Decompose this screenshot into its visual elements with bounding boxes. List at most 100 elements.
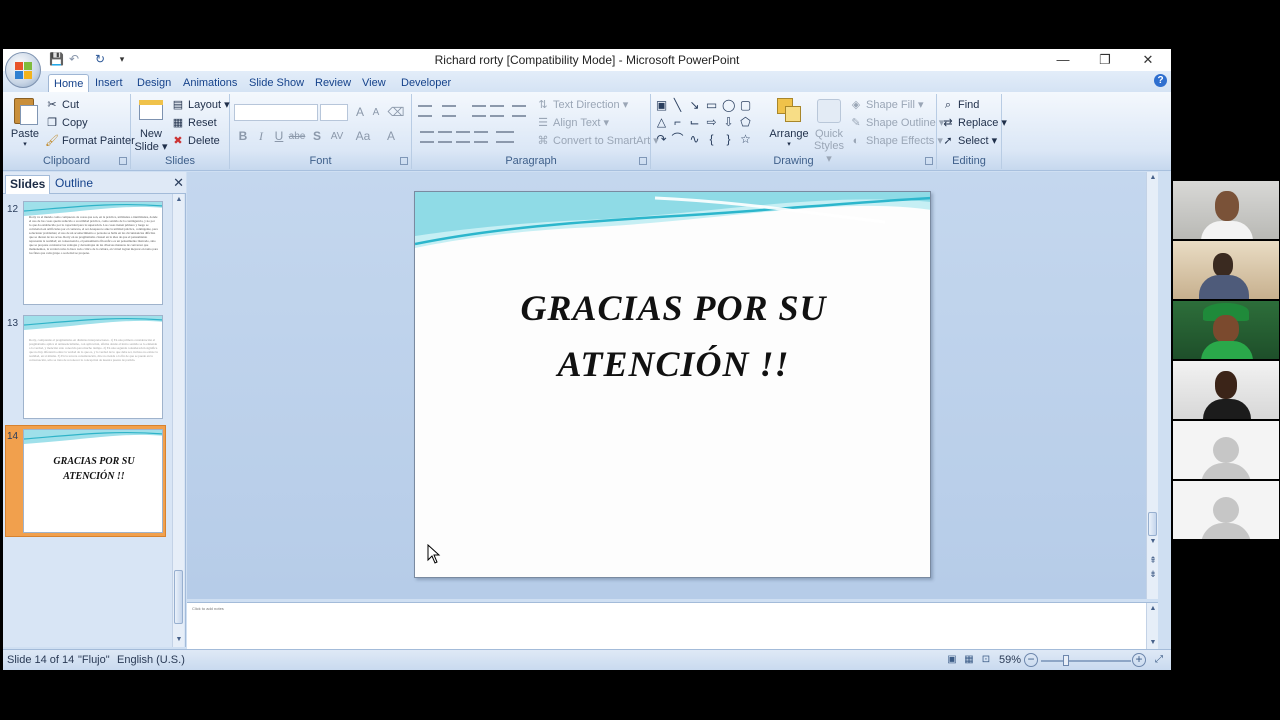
convert-smartart-button[interactable]: ⌘ Convert to SmartArt ▾ <box>536 133 659 149</box>
textbox-shape-icon[interactable]: ▣ <box>655 99 668 112</box>
shrink-font-button[interactable]: A <box>367 104 385 121</box>
tab-slide-show[interactable]: Slide Show <box>244 74 309 92</box>
font-size-input[interactable] <box>320 104 348 121</box>
line-shape-icon[interactable]: ╲ <box>671 99 684 112</box>
close-button[interactable]: ✕ <box>1126 49 1170 71</box>
theme-name[interactable]: "Flujo" <box>78 654 110 666</box>
paste-button[interactable]: Paste ▾ <box>8 96 42 148</box>
strikethrough-button[interactable]: abe <box>288 128 306 145</box>
decrease-indent-icon[interactable] <box>472 105 486 117</box>
replace-button[interactable]: ⇄ Replace ▾ <box>941 115 1007 131</box>
triangle-shape-icon[interactable]: △ <box>655 116 668 129</box>
notes-pane[interactable]: Click to add notes ▲ ▼ <box>187 602 1158 649</box>
slide-show-view-icon[interactable]: ⊡ <box>979 653 993 667</box>
rounded-rectangle-shape-icon[interactable]: ▢ <box>739 99 752 112</box>
align-right-icon[interactable] <box>456 131 470 143</box>
shadow-button[interactable]: S <box>308 128 326 145</box>
curved-arrow-shape-icon[interactable]: ↷ <box>655 133 668 146</box>
restore-button[interactable]: ❐ <box>1083 49 1127 71</box>
rectangle-shape-icon[interactable]: ▭ <box>705 99 718 112</box>
new-slide-button[interactable]: New Slide ▾ <box>134 96 168 153</box>
reset-button[interactable]: ▦ Reset <box>171 115 217 131</box>
columns-icon[interactable] <box>496 131 514 143</box>
format-painter-button[interactable]: 🖌 Format Painter <box>45 133 135 149</box>
star-shape-icon[interactable]: ☆ <box>739 133 752 146</box>
scroll-up-icon[interactable]: ▲ <box>1147 603 1159 615</box>
clipboard-launcher-icon[interactable] <box>119 157 127 165</box>
clear-format-icon[interactable]: ⌫ <box>387 104 405 121</box>
tab-developer[interactable]: Developer <box>396 74 456 92</box>
layout-button[interactable]: ▤ Layout ▾ <box>171 97 230 113</box>
font-color-button[interactable]: A <box>382 128 400 145</box>
brace-left-shape-icon[interactable]: { <box>705 133 718 146</box>
line-spacing-icon[interactable] <box>512 105 526 117</box>
slide-thumbnail-12[interactable]: Rorty ve el mundo como compuesto de cosa… <box>23 201 163 305</box>
slide-scrollbar[interactable]: ▲ ▼ ⇞ ⇟ <box>1146 172 1158 599</box>
increase-indent-icon[interactable] <box>490 105 504 117</box>
previous-slide-icon[interactable]: ⇞ <box>1147 554 1159 566</box>
scrollbar-thumb[interactable] <box>174 570 183 624</box>
font-launcher-icon[interactable] <box>400 157 408 165</box>
brace-right-shape-icon[interactable]: } <box>722 133 735 146</box>
tab-review[interactable]: Review <box>310 74 356 92</box>
zoom-in-icon[interactable]: + <box>1132 653 1146 667</box>
select-button[interactable]: ➚ Select ▾ <box>941 133 997 149</box>
text-direction-button[interactable]: ⇅ Text Direction ▾ <box>536 97 628 113</box>
justify-icon[interactable] <box>474 131 488 143</box>
down-arrow-shape-icon[interactable]: ⇩ <box>722 116 735 129</box>
close-pane-icon[interactable]: ✕ <box>173 175 184 191</box>
scroll-up-icon[interactable]: ▲ <box>173 194 185 206</box>
normal-view-icon[interactable]: ▣ <box>945 653 959 667</box>
find-button[interactable]: ⌕ Find <box>941 97 980 113</box>
tab-outline[interactable]: Outline <box>51 175 97 194</box>
cut-button[interactable]: ✂ Cut <box>45 97 79 113</box>
italic-button[interactable]: I <box>252 128 270 145</box>
right-arrow-shape-icon[interactable]: ⇨ <box>705 116 718 129</box>
paragraph-launcher-icon[interactable] <box>639 157 647 165</box>
copy-button[interactable]: ❐ Copy <box>45 115 88 131</box>
video-tile-participant-1[interactable] <box>1173 181 1279 239</box>
office-button[interactable] <box>5 52 41 88</box>
arrange-button[interactable]: Arrange ▾ <box>769 96 809 148</box>
curve-shape-icon[interactable]: ⌒ <box>671 133 684 146</box>
change-case-button[interactable]: Aa <box>354 128 372 145</box>
underline-button[interactable]: U <box>270 128 288 145</box>
video-tile-participant-3[interactable] <box>1173 301 1279 359</box>
tab-insert[interactable]: Insert <box>90 74 128 92</box>
scrollbar-thumb[interactable] <box>1148 512 1157 536</box>
bullets-icon[interactable] <box>418 105 432 117</box>
video-tile-participant-2[interactable] <box>1173 241 1279 299</box>
scroll-up-icon[interactable]: ▲ <box>1147 172 1159 184</box>
delete-button[interactable]: ✖ Delete <box>171 133 219 149</box>
tab-slides[interactable]: Slides <box>5 175 51 194</box>
slide-thumbnail-14[interactable]: GRACIAS POR SU ATENCIÓN !! <box>23 429 163 533</box>
shape-effects-button[interactable]: ◐ Shape Effects ▾ <box>849 133 943 149</box>
video-tile-participant-5[interactable] <box>1173 421 1279 479</box>
oval-shape-icon[interactable]: ◯ <box>722 99 735 112</box>
shape-fill-button[interactable]: ◈ Shape Fill ▾ <box>849 97 924 113</box>
tab-animations[interactable]: Animations <box>178 74 242 92</box>
numbering-icon[interactable] <box>442 105 456 117</box>
arrow-line-shape-icon[interactable]: ↘ <box>688 99 701 112</box>
slide-title[interactable]: GRACIAS POR SU ATENCIÓN !! <box>415 280 930 392</box>
minimize-button[interactable]: — <box>1041 49 1085 71</box>
align-text-button[interactable]: ☰ Align Text ▾ <box>536 115 609 131</box>
scroll-down-icon[interactable]: ▼ <box>1147 536 1159 548</box>
drawing-launcher-icon[interactable] <box>925 157 933 165</box>
elbow-arrow-shape-icon[interactable]: ⌙ <box>688 116 701 129</box>
freeform-shape-icon[interactable]: ∿ <box>688 133 701 146</box>
pentagon-shape-icon[interactable]: ⬠ <box>739 116 752 129</box>
tab-home[interactable]: Home <box>48 74 90 92</box>
zoom-level[interactable]: 59% <box>999 654 1021 666</box>
elbow-connector-shape-icon[interactable]: ⌐ <box>671 116 684 129</box>
thumbnail-scrollbar[interactable]: ▲ ▼ <box>172 194 184 647</box>
scroll-down-icon[interactable]: ▼ <box>173 634 185 646</box>
zoom-out-icon[interactable]: − <box>1024 653 1038 667</box>
tab-design[interactable]: Design <box>132 74 176 92</box>
notes-scrollbar[interactable]: ▲ ▼ <box>1146 603 1158 649</box>
zoom-slider-thumb[interactable] <box>1063 655 1069 666</box>
fit-slide-icon[interactable]: ⤢ <box>1152 653 1166 667</box>
language[interactable]: English (U.S.) <box>117 654 185 666</box>
align-center-icon[interactable] <box>438 131 452 143</box>
zoom-slider[interactable] <box>1041 655 1131 666</box>
